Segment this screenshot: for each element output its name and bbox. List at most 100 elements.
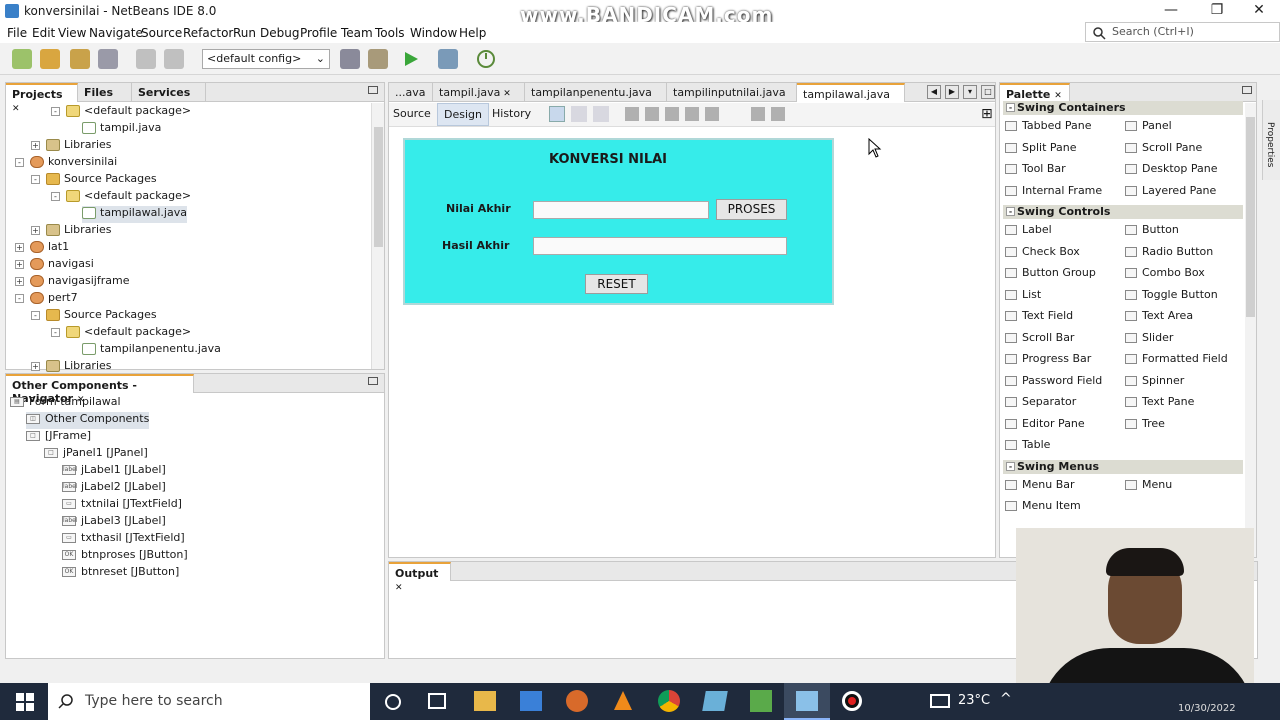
- menu-navigate[interactable]: Navigate: [89, 26, 143, 40]
- editor-tab[interactable]: tampil.java ✕: [433, 83, 525, 102]
- weather-icon[interactable]: [930, 694, 950, 708]
- project-tree-item[interactable]: tampil.java: [82, 121, 161, 138]
- collapse-icon[interactable]: -: [51, 192, 60, 201]
- clean-build-icon[interactable]: [368, 49, 388, 69]
- close-icon[interactable]: ✕: [500, 89, 511, 99]
- project-tree-item[interactable]: Source Packages: [46, 172, 157, 189]
- selection-mode-icon[interactable]: [549, 106, 565, 122]
- collapse-icon[interactable]: -: [1006, 207, 1015, 216]
- menu-source[interactable]: Source: [141, 26, 182, 40]
- project-tree-item[interactable]: navigasi: [30, 257, 94, 274]
- open-project-icon[interactable]: [70, 49, 90, 69]
- palette-item[interactable]: List: [1005, 288, 1041, 301]
- design-mode-button[interactable]: Design: [437, 103, 489, 126]
- project-tree-item[interactable]: pert7: [30, 291, 78, 308]
- navigator-item[interactable]: ▤ Form tampilawal: [10, 395, 121, 412]
- menu-tools[interactable]: Tools: [375, 26, 405, 40]
- palette-item[interactable]: Radio Button: [1125, 245, 1213, 258]
- palette-item[interactable]: Table: [1005, 438, 1050, 451]
- proses-button[interactable]: PROSES: [716, 199, 787, 220]
- collapse-icon[interactable]: -: [51, 107, 60, 116]
- taskbar-search[interactable]: Type here to search: [48, 683, 370, 720]
- scroll-right-icon[interactable]: ▶: [945, 85, 959, 99]
- notepad-icon[interactable]: [702, 691, 728, 711]
- palette-item[interactable]: Layered Pane: [1125, 184, 1216, 197]
- palette-item[interactable]: Toggle Button: [1125, 288, 1218, 301]
- project-tree-item[interactable]: Libraries: [46, 223, 112, 240]
- project-tree-item[interactable]: navigasijframe: [30, 274, 129, 291]
- new-project-icon[interactable]: [40, 49, 60, 69]
- sheets-icon[interactable]: [750, 690, 772, 712]
- build-icon[interactable]: [340, 49, 360, 69]
- mail-icon[interactable]: [520, 691, 542, 711]
- project-tree-item[interactable]: Source Packages: [46, 308, 157, 325]
- maximize-design-icon[interactable]: ⊞: [981, 106, 993, 122]
- navigator-item[interactable]: OK btnreset [JButton]: [62, 565, 179, 582]
- editor-tab[interactable]: tampilinputnilai.java ✕: [667, 83, 797, 112]
- bandicam-icon[interactable]: [842, 691, 862, 711]
- palette-item[interactable]: Separator: [1005, 395, 1076, 408]
- minimize-panel-icon[interactable]: [368, 377, 378, 385]
- project-tree-item[interactable]: Libraries: [46, 138, 112, 155]
- palette-item[interactable]: Slider: [1125, 331, 1173, 344]
- reset-button[interactable]: RESET: [585, 274, 648, 294]
- debug-icon[interactable]: [438, 49, 458, 69]
- palette-item[interactable]: Progress Bar: [1005, 352, 1091, 365]
- task-view-icon[interactable]: [428, 693, 446, 709]
- netbeans-taskbar-item[interactable]: [784, 683, 830, 720]
- source-mode-button[interactable]: Source: [393, 107, 431, 120]
- navigator-item[interactable]: label jLabel1 [JLabel]: [62, 463, 166, 480]
- minimize-panel-icon[interactable]: [1242, 86, 1252, 94]
- collapse-icon[interactable]: -: [51, 328, 60, 337]
- palette-item[interactable]: Desktop Pane: [1125, 162, 1217, 175]
- palette-item[interactable]: Formatted Field: [1125, 352, 1228, 365]
- project-tree-item[interactable]: <default package>: [66, 104, 191, 121]
- chevron-up-icon[interactable]: ^: [1000, 691, 1012, 707]
- project-tree-item[interactable]: konversinilai: [30, 155, 117, 172]
- undo-icon[interactable]: [136, 49, 156, 69]
- project-tree-item[interactable]: tampilawal.java: [82, 206, 187, 223]
- tab-list-icon[interactable]: ▾: [963, 85, 977, 99]
- close-icon[interactable]: ✕: [395, 583, 403, 593]
- jpanel-design[interactable]: KONVERSI NILAI Nilai Akhir PROSES Hasil …: [403, 138, 834, 305]
- navigator-item[interactable]: □ [JFrame]: [26, 429, 91, 446]
- navigator-item[interactable]: □ jPanel1 [JPanel]: [44, 446, 148, 463]
- palette-item[interactable]: Menu Bar: [1005, 478, 1075, 491]
- palette-item[interactable]: Tree: [1125, 417, 1165, 430]
- menu-edit[interactable]: Edit: [32, 26, 55, 40]
- menu-window[interactable]: Window: [410, 26, 457, 40]
- palette-item[interactable]: Menu Item: [1005, 499, 1081, 512]
- project-tree-item[interactable]: <default package>: [66, 189, 191, 206]
- connection-mode-icon[interactable]: [571, 106, 587, 122]
- palette-item[interactable]: Check Box: [1005, 245, 1080, 258]
- navigator-item[interactable]: OK btnproses [JButton]: [62, 548, 188, 565]
- menu-run[interactable]: Run: [233, 26, 256, 40]
- history-mode-button[interactable]: History: [492, 107, 531, 120]
- palette-item[interactable]: Editor Pane: [1005, 417, 1085, 430]
- palette-item[interactable]: Internal Frame: [1005, 184, 1102, 197]
- close-icon[interactable]: ✕: [1054, 91, 1062, 101]
- menu-refactor[interactable]: Refactor: [183, 26, 233, 40]
- palette-item[interactable]: Tabbed Pane: [1005, 119, 1091, 132]
- expand-icon[interactable]: +: [31, 226, 40, 235]
- navigator-item[interactable]: ◫ Other Components: [26, 412, 150, 429]
- save-all-icon[interactable]: [98, 49, 118, 69]
- collapse-icon[interactable]: -: [15, 294, 24, 303]
- minimize-button[interactable]: —: [1148, 0, 1194, 22]
- palette-item[interactable]: Split Pane: [1005, 141, 1077, 154]
- search-input[interactable]: Search (Ctrl+I): [1085, 22, 1280, 42]
- close-button[interactable]: ✕: [1236, 0, 1280, 22]
- scrollbar-thumb[interactable]: [374, 127, 383, 247]
- palette-item[interactable]: Menu: [1125, 478, 1172, 491]
- config-select[interactable]: <default config> ⌄: [202, 49, 330, 69]
- run-icon[interactable]: [402, 50, 420, 68]
- collapse-icon[interactable]: -: [1006, 461, 1015, 471]
- properties-side-tab[interactable]: Properties: [1262, 100, 1280, 180]
- palette-item[interactable]: Text Area: [1125, 309, 1193, 322]
- minimize-panel-icon[interactable]: [368, 86, 378, 94]
- palette-section[interactable]: - Swing Menus: [1003, 459, 1243, 474]
- tab-output[interactable]: Output ✕: [389, 562, 451, 593]
- palette-section[interactable]: - Swing Containers: [1003, 101, 1243, 115]
- palette-item[interactable]: Password Field: [1005, 374, 1102, 387]
- palette-item[interactable]: Scroll Pane: [1125, 141, 1202, 154]
